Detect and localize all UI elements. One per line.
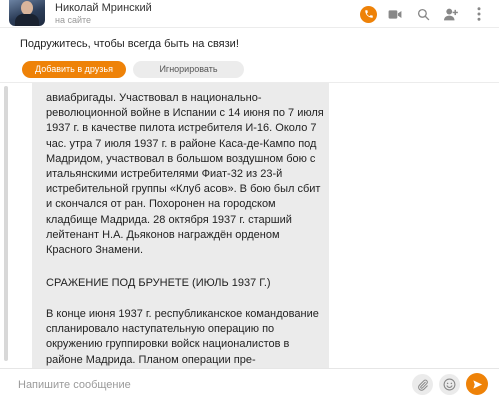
message-paragraph: В конце июня 1937 г. республиканское ком… — [46, 308, 319, 366]
message-input[interactable] — [18, 376, 398, 394]
message-heading: СРАЖЕНИЕ ПОД БРУНЕТЕ (ИЮЛЬ 1937 Г.) — [46, 277, 271, 289]
smile-icon[interactable] — [439, 374, 460, 395]
add-user-icon[interactable] — [441, 4, 461, 24]
ignore-button[interactable]: Игнорировать — [133, 61, 244, 78]
message-bubble: авиабригады. Участвовал в национально-ре… — [32, 83, 329, 368]
avatar[interactable] — [9, 0, 45, 26]
header-actions — [352, 4, 489, 24]
friend-suggestion-text: Подружитесь, чтобы всегда быть на связи! — [20, 38, 239, 50]
scrollbar[interactable] — [4, 86, 8, 361]
send-icon[interactable] — [466, 373, 488, 395]
video-icon[interactable] — [385, 4, 405, 24]
search-icon[interactable] — [413, 4, 433, 24]
user-status: на сайте — [55, 14, 92, 25]
more-icon[interactable] — [469, 4, 489, 24]
add-friend-button[interactable]: Добавить в друзья — [22, 61, 126, 78]
phone-icon[interactable] — [360, 5, 377, 23]
message-paragraph: авиабригады. Участвовал в национально-ре… — [46, 92, 324, 257]
user-name[interactable]: Николай Мринский — [55, 2, 152, 14]
message-composer — [0, 368, 499, 400]
user-info: Николай Мринский на сайте — [55, 2, 152, 26]
paperclip-icon[interactable] — [412, 374, 433, 395]
friend-suggestion-panel: Подружитесь, чтобы всегда быть на связи!… — [0, 27, 499, 83]
message-area[interactable]: авиабригады. Участвовал в национально-ре… — [0, 83, 499, 368]
chat-header: Николай Мринский на сайте — [0, 0, 499, 27]
